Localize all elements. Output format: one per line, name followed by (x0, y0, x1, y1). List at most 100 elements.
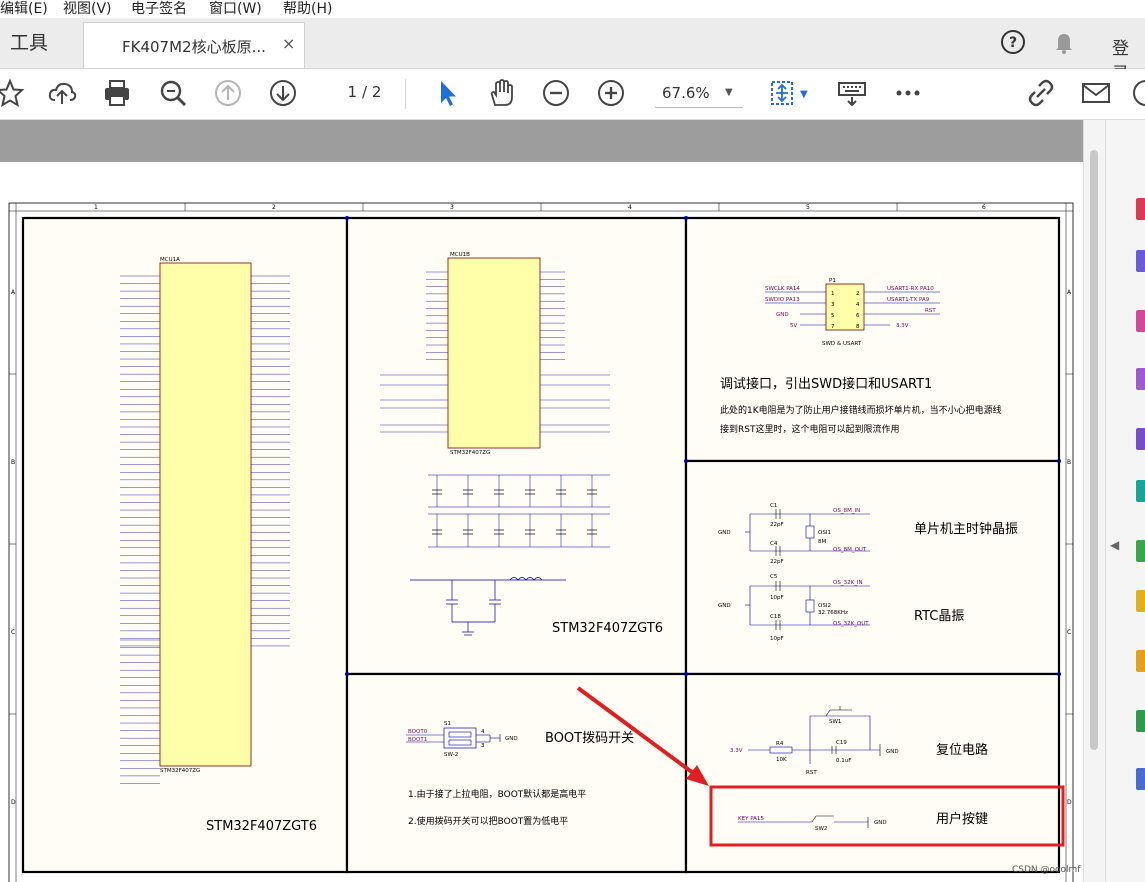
boot-title: BOOT拨码开关 (545, 731, 634, 746)
mcu-center-title: STM32F407ZGT6 (552, 621, 663, 636)
print-icon[interactable] (101, 77, 133, 109)
svg-text:GND: GND (776, 312, 789, 318)
fit-page-icon[interactable] (766, 77, 798, 109)
svg-text:C19: C19 (836, 740, 847, 746)
svg-text:S1: S1 (444, 721, 451, 727)
swd-title: 调试接口，引出SWD接口和USART1 (720, 376, 932, 392)
more-icon[interactable] (892, 77, 924, 109)
section-crystal (684, 459, 1061, 676)
hand-tool-icon[interactable] (485, 77, 517, 109)
row-label: C (11, 629, 15, 636)
star-icon[interactable] (0, 77, 26, 109)
menu-help[interactable]: 帮助(H) (283, 0, 332, 18)
row-label: B (11, 459, 15, 466)
svg-text:RST: RST (925, 308, 936, 314)
zoom-level-select[interactable]: 67.6% ▼ (655, 79, 743, 108)
svg-text:3: 3 (831, 302, 835, 308)
menu-esign[interactable]: 电子签名 (131, 0, 187, 18)
key-net-label: KEY PA15 (738, 816, 764, 822)
close-icon[interactable]: × (282, 34, 295, 53)
col-label: 5 (806, 204, 810, 211)
svg-text:OS_8M_OUT: OS_8M_OUT (833, 547, 867, 553)
svg-text:OS_32K_IN: OS_32K_IN (833, 580, 863, 586)
svg-text:4: 4 (856, 302, 860, 308)
select-cursor-icon[interactable] (432, 77, 464, 109)
keyboard-scroll-icon[interactable] (836, 77, 868, 109)
row-label: C (1067, 629, 1071, 636)
svg-text:3: 3 (481, 743, 485, 749)
svg-text:SW2: SW2 (815, 826, 827, 832)
document-tab-title: FK407M2核心板原... (122, 38, 266, 56)
section-reset-key (684, 672, 1061, 874)
share-link-icon[interactable] (1025, 77, 1057, 109)
svg-text:?: ? (1009, 35, 1017, 51)
next-page-icon[interactable] (267, 77, 299, 109)
svg-text:10pF: 10pF (770, 595, 784, 601)
menu-view[interactable]: 视图(V) (63, 0, 112, 18)
bell-icon[interactable] (1050, 28, 1078, 60)
document-viewport[interactable]: 1 2 3 4 5 6 A B C D A B C D MCU1A STM32F… (0, 120, 1083, 882)
email-icon[interactable] (1080, 77, 1112, 109)
optimize-icon[interactable] (1136, 650, 1145, 672)
chevron-down-icon: ▼ (725, 87, 733, 98)
svg-text:8: 8 (856, 324, 860, 330)
right-tools-panel: ◀ (1105, 120, 1145, 882)
comment-icon[interactable] (1136, 368, 1145, 390)
swd-label: SWD & USART (822, 341, 862, 347)
svg-text:0.1uF: 0.1uF (836, 758, 851, 764)
mcu1a-chip (159, 262, 252, 767)
help-icon[interactable]: ? (999, 28, 1027, 60)
svg-text:22pF: 22pF (770, 522, 784, 528)
swd-note-2: 接到RST这里时，这个电阻可以起到限流作用 (720, 423, 899, 435)
svg-text:4: 4 (481, 729, 485, 735)
scroll-thumb[interactable] (1090, 150, 1098, 750)
svg-text:GND: GND (886, 749, 899, 755)
svg-text:SWCLK PA14: SWCLK PA14 (765, 286, 800, 292)
account-icon[interactable] (1130, 77, 1145, 109)
tab-bar: 工具 FK407M2核心板原... × ? 登录 (0, 18, 1145, 84)
zoom-out-icon[interactable] (540, 77, 572, 109)
tab-document[interactable]: FK407M2核心板原... × (83, 22, 305, 68)
svg-text:22pF: 22pF (770, 559, 784, 565)
svg-text:GND: GND (718, 603, 731, 609)
zoom-in-icon[interactable] (595, 77, 627, 109)
prev-page-icon[interactable] (212, 77, 244, 109)
col-label: 2 (272, 204, 276, 211)
svg-text:10K: 10K (776, 757, 787, 763)
zoom-search-icon[interactable] (157, 77, 189, 109)
svg-text:OSI1: OSI1 (818, 530, 831, 536)
svg-text:GND: GND (718, 530, 731, 536)
swd-note-1: 此处的1K电阻是为了防止用户接错线而损坏单片机，当不小心把电源线 (720, 404, 1002, 416)
svg-text:C1: C1 (770, 503, 777, 509)
collapse-panel-icon[interactable]: ◀ (1110, 538, 1119, 552)
svg-text:32.768KHz: 32.768KHz (818, 610, 848, 616)
protect-icon[interactable] (1136, 540, 1145, 562)
fit-chevron-icon[interactable]: ▼ (800, 89, 808, 100)
page-number-input[interactable]: 1 (325, 81, 357, 103)
watermark: CSDN @ooolmf (1012, 865, 1081, 875)
svg-text:2: 2 (856, 291, 860, 297)
send-icon[interactable] (1136, 710, 1145, 732)
svg-text:SW-2: SW-2 (444, 752, 458, 758)
mcu1b-label: MCU1B (450, 252, 470, 258)
col-label: 6 (982, 204, 986, 211)
fill-sign-icon[interactable] (1136, 590, 1145, 612)
svg-text:C5: C5 (770, 574, 778, 580)
scan-icon[interactable] (1136, 480, 1145, 502)
more-tools-icon[interactable] (1136, 768, 1145, 790)
menu-edit[interactable]: 编辑(E) (0, 0, 48, 18)
svg-text:5: 5 (831, 313, 835, 319)
export-pdf-icon[interactable] (1136, 198, 1145, 220)
mcu1b-part: STM32F407ZG (450, 450, 490, 456)
menu-window[interactable]: 窗口(W) (209, 0, 262, 18)
toolbar-divider (405, 79, 406, 109)
create-pdf-icon[interactable] (1136, 310, 1145, 332)
tab-tools[interactable]: 工具 (0, 24, 82, 62)
edit-pdf-icon[interactable] (1136, 250, 1145, 272)
svg-text:OSI2: OSI2 (818, 603, 831, 609)
vertical-scrollbar[interactable] (1083, 120, 1106, 882)
organize-icon[interactable] (1136, 428, 1145, 450)
svg-text:10pF: 10pF (770, 636, 784, 642)
cloud-upload-icon[interactable] (46, 77, 78, 109)
schematic-drawing: 1 2 3 4 5 6 A B C D A B C D MCU1A STM32F… (8, 202, 1081, 882)
